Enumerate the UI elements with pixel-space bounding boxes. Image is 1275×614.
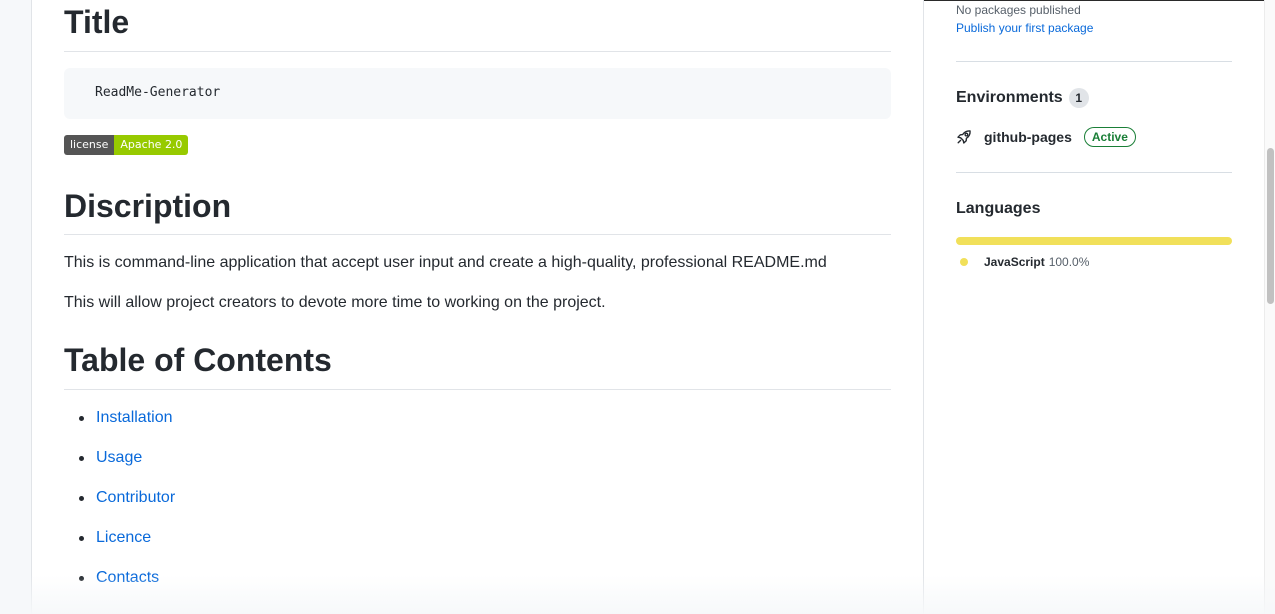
language-item[interactable]: JavaScript 100.0%	[956, 253, 1089, 271]
languages-heading: Languages	[956, 200, 1041, 217]
publish-package-link[interactable]: Publish your first package	[956, 19, 1093, 37]
toc-item: Usage	[64, 446, 175, 486]
toc-link-usage[interactable]: Usage	[96, 449, 142, 466]
bullet-icon	[79, 456, 84, 461]
left-gutter	[0, 0, 32, 614]
toc-link-contacts[interactable]: Contacts	[96, 569, 159, 586]
language-name: JavaScript	[984, 255, 1045, 269]
language-color-dot	[960, 258, 968, 266]
environments-count: 1	[1068, 88, 1089, 108]
bullet-icon	[79, 496, 84, 501]
toc-link-contributor[interactable]: Contributor	[96, 489, 175, 506]
toc-heading: Table of Contents	[64, 340, 891, 390]
code-block: ReadMe-Generator	[64, 68, 891, 119]
toc-link-installation[interactable]: Installation	[96, 409, 173, 426]
code-block-text: ReadMe-Generator	[95, 85, 221, 100]
divider	[956, 61, 1232, 62]
description-paragraph: This is command-line application that ac…	[64, 254, 827, 271]
environment-item[interactable]: github-pages Active	[956, 126, 1136, 148]
description-paragraph: This will allow project creators to devo…	[64, 294, 606, 311]
toc-list: Installation Usage Contributor Licence C…	[64, 406, 175, 606]
description-heading: Discription	[64, 186, 891, 235]
scrollbar-track[interactable]	[1264, 0, 1275, 614]
packages-empty-text: No packages published	[956, 3, 1081, 17]
environment-status-badge: Active	[1083, 127, 1136, 147]
bullet-icon	[79, 576, 84, 581]
toc-item: Installation	[64, 406, 175, 446]
toc-link-licence[interactable]: Licence	[96, 529, 151, 546]
environments-heading[interactable]: Environments	[956, 88, 1063, 108]
toc-item: Contacts	[64, 566, 175, 606]
badge-label: license	[64, 135, 115, 155]
scrollbar-thumb[interactable]	[1267, 148, 1274, 304]
bullet-icon	[79, 536, 84, 541]
rocket-icon	[957, 130, 971, 144]
title-heading: Title	[64, 2, 891, 52]
bullet-icon	[79, 416, 84, 421]
language-bar	[956, 237, 1232, 245]
environments-heading-row: Environments 1	[956, 88, 1089, 108]
readme-panel: Title ReadMe-Generator license Apache 2.…	[32, 0, 924, 614]
divider	[956, 172, 1232, 173]
environment-name: github-pages	[984, 129, 1072, 145]
toc-item: Contributor	[64, 486, 175, 526]
license-badge[interactable]: license Apache 2.0	[64, 135, 189, 155]
badge-value: Apache 2.0	[114, 135, 189, 155]
toc-item: Licence	[64, 526, 175, 566]
language-percent: 100.0%	[1048, 255, 1090, 269]
